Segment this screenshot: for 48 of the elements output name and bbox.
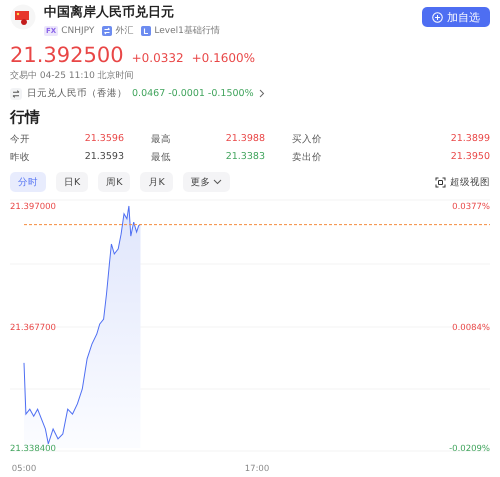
stat-value: 21.3988 <box>224 133 266 146</box>
fullscreen-icon <box>435 176 446 188</box>
swap-icon <box>10 88 22 100</box>
related-pair-link[interactable]: 日元兑人民币（香港） <box>27 87 127 100</box>
current-price: 21.392500 <box>10 43 124 67</box>
price-change: +0.0332 <box>132 51 184 65</box>
x-axis-label: 17:00 <box>244 464 270 474</box>
trading-status: 交易中 04-25 11:10 北京时间 <box>10 70 135 82</box>
add-to-watchlist-button[interactable]: 加自选 <box>422 7 490 27</box>
stat-value: 21.3593 <box>84 151 125 164</box>
percent-axis-label: 0.0084% <box>452 323 490 333</box>
tag-label: 外汇 <box>115 24 134 37</box>
tag-label: Level1基础行情 <box>154 24 220 37</box>
x-axis-label: 05:00 <box>12 464 36 474</box>
chart-period-tab[interactable]: 月K <box>140 172 173 192</box>
exchange-icon <box>102 26 112 36</box>
stat-value: 21.3596 <box>84 133 125 146</box>
chart-period-tab[interactable]: 日K <box>56 172 88 192</box>
flag-icon <box>10 4 36 30</box>
stat-label: 买入价 <box>292 133 323 146</box>
stat-label: 今开 <box>10 133 31 146</box>
stat-label: 昨收 <box>10 151 31 164</box>
chart-period-tab[interactable]: 周K <box>98 172 130 192</box>
price-change-percent: +0.1600% <box>192 51 256 65</box>
y-axis-label: 21.397000 <box>10 202 56 212</box>
instrument-title: 中国离岸人民币兑日元 <box>44 5 175 21</box>
plus-circle-icon <box>432 12 443 22</box>
chevron-down-icon <box>212 179 222 185</box>
stat-value: 21.3899 <box>450 133 490 146</box>
stat-label: 最低 <box>151 151 172 164</box>
chart-period-tab[interactable]: 更多 <box>182 172 230 192</box>
stat-label: 卖出价 <box>292 151 323 164</box>
related-price: 0.0467 <box>132 88 166 99</box>
stat-value: 21.3950 <box>450 151 490 164</box>
chevron-right-icon <box>258 89 265 98</box>
y-axis-label: 21.367700 <box>10 323 56 333</box>
level-icon <box>141 26 152 36</box>
related-change-percent: -0.1500% <box>208 88 254 99</box>
percent-axis-label: 0.0377% <box>452 202 490 212</box>
stat-value: 21.3383 <box>224 151 266 164</box>
related-change: -0.0001 <box>168 88 205 99</box>
super-view-button[interactable]: 超级视图 <box>435 176 490 188</box>
y-axis-label: 21.338400 <box>10 444 56 454</box>
stat-label: 最高 <box>151 133 172 146</box>
tag-label: CNHJPY <box>61 26 94 36</box>
percent-axis-label: -0.0209% <box>449 444 490 454</box>
chart-period-tab[interactable]: 分时 <box>10 172 46 192</box>
section-title: 行情 <box>10 108 41 127</box>
